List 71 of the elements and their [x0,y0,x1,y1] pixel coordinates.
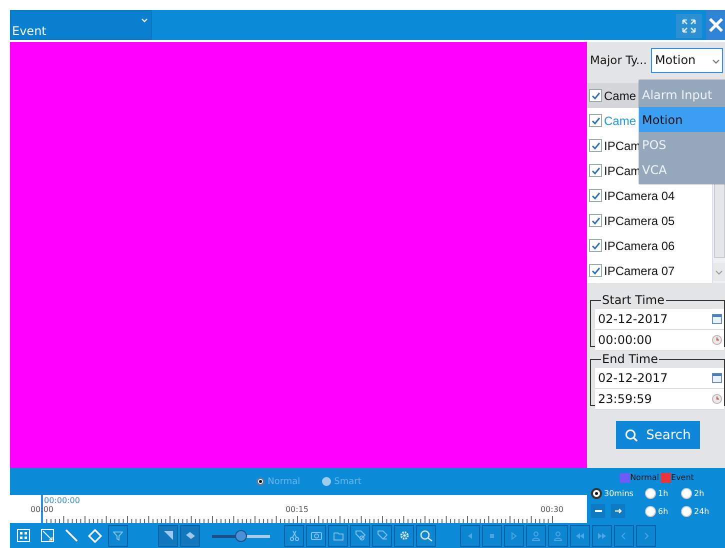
time-field[interactable]: 23:59:59 [595,389,724,410]
camera-name[interactable]: IPCamera 04 [604,188,675,202]
clock-icon[interactable] [712,335,722,345]
checkbox[interactable] [589,114,602,127]
checkbox[interactable] [589,264,602,277]
legend-label: Normal [630,473,660,482]
calendar-icon[interactable] [712,373,722,383]
zoom-radio[interactable]: 1h [645,488,681,499]
minus-icon [594,510,602,512]
gear-icon[interactable] [394,524,414,546]
zoom-out-button[interactable] [591,504,605,518]
zoom-in-button[interactable] [611,504,625,518]
legend-label: Event [671,473,694,482]
checkbox[interactable] [589,189,602,202]
camera-name[interactable]: IPCamera 05 [604,214,675,228]
close-button[interactable] [706,10,725,40]
caret-icon [141,18,148,23]
triangle-left-icon[interactable] [460,524,480,546]
camera-name[interactable]: Came [604,88,636,102]
slider-thumb[interactable] [235,530,247,542]
speed-slider[interactable] [212,530,270,542]
major-type-select[interactable]: Motion [650,48,723,72]
checkbox[interactable] [589,89,602,102]
search-button[interactable]: Search [616,421,700,449]
tick-label: 00:15 [284,505,310,514]
scissors-icon[interactable] [284,524,304,546]
fast-forward-icon[interactable] [592,524,612,546]
zoom-radio[interactable]: 24h [681,504,717,518]
filter-icon[interactable] [108,524,128,546]
search-icon [625,428,638,442]
close-icon [708,17,724,33]
play-icon[interactable] [504,524,524,546]
checkbox[interactable] [589,139,602,152]
camera-icon[interactable] [306,524,326,546]
zoom-radio[interactable]: 6h [645,504,681,518]
date-field[interactable]: 02-12-2017 [595,368,724,389]
chevron-left-icon[interactable] [614,524,634,546]
folder-icon[interactable] [328,524,348,546]
stop-icon[interactable] [482,524,502,546]
fullscreen-button[interactable] [676,14,702,38]
date-value: 02-12-2017 [598,371,668,385]
cursor-time: 00:00:00 [44,496,80,505]
major-type-label: Major Ty... [590,53,647,67]
zoom-radio[interactable]: 30mins [591,488,645,499]
chevron-right-icon[interactable] [636,524,656,546]
camera-name[interactable]: IPCamera 06 [604,238,675,252]
person-icon[interactable] [548,524,568,546]
clock-icon[interactable] [712,394,722,404]
caret-icon [712,58,720,64]
checkbox[interactable] [589,239,602,252]
group-title: End Time [601,352,659,366]
date-value: 02-12-2017 [598,312,668,326]
time-field[interactable]: 00:00:00 [595,330,724,351]
camera-name[interactable]: IPCamera 07 [604,264,675,278]
tick-label: 00:30 [539,505,565,514]
arrow-right-icon [614,508,622,514]
date-field[interactable]: 02-12-2017 [595,309,724,330]
calendar-icon[interactable] [712,314,722,324]
checkbox[interactable] [589,214,602,227]
event-select[interactable]: Event [10,10,152,40]
time-value: 00:00:00 [598,333,652,347]
menu-item[interactable]: Motion [639,107,725,132]
zoom-radio[interactable]: 2h [681,488,717,499]
fullscreen-icon [682,19,696,33]
group-title: Start Time [601,293,666,307]
caret-icon [715,270,723,274]
person-icon[interactable] [526,524,546,546]
scroll-down-button[interactable] [713,263,725,281]
checkbox[interactable] [589,164,602,177]
rewind-icon[interactable] [570,524,590,546]
time-value: 23:59:59 [598,392,652,406]
